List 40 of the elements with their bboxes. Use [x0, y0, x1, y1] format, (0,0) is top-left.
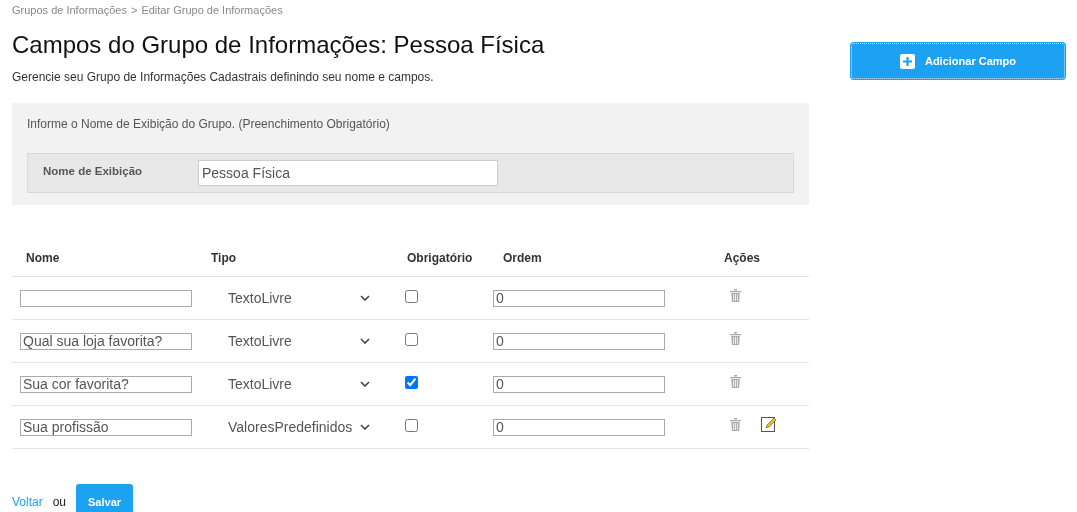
column-header: Obrigatório — [406, 250, 474, 265]
type-select[interactable]: TextoLivre — [228, 376, 370, 392]
chevron-down-icon — [360, 295, 370, 301]
field-name-input[interactable]: Sua cor favorita? — [20, 375, 192, 393]
column-header: Nome — [25, 250, 61, 265]
required-checkbox[interactable] — [405, 333, 418, 346]
trash-icon[interactable] — [730, 331, 741, 345]
chevron-down-icon — [360, 381, 370, 387]
page-title: Campos do Grupo de Informações: Pessoa Física — [12, 31, 546, 60]
chevron-down-icon — [360, 424, 370, 430]
trash-icon[interactable] — [730, 374, 741, 388]
field-name-input[interactable]: Qual sua loja favorita? — [20, 332, 192, 350]
type-select[interactable]: ValoresPredefinidos — [228, 419, 370, 435]
order-input[interactable]: 0 — [493, 332, 665, 350]
plus-icon — [899, 53, 915, 69]
page-description: Gerencie seu Grupo de Informações Cadastrais definindo seu nome e campos. — [12, 70, 435, 84]
display-name-field[interactable]: Pessoa Física — [198, 160, 498, 186]
column-header: Ações — [723, 250, 762, 265]
column-header: Ordem — [502, 250, 543, 265]
pencil-icon[interactable] — [761, 416, 777, 432]
trash-icon[interactable] — [730, 417, 741, 431]
breadcrumb-link[interactable]: Grupos de Informações — [12, 4, 127, 18]
column-header: Tipo — [210, 250, 238, 265]
required-checkbox[interactable] — [405, 376, 418, 389]
field-name-input[interactable] — [20, 289, 192, 307]
required-checkbox[interactable] — [405, 419, 418, 432]
order-input[interactable]: 0 — [493, 418, 665, 436]
required-checkbox[interactable] — [405, 290, 418, 303]
breadcrumb-link[interactable]: Editar Grupo de Informações — [141, 4, 283, 18]
trash-icon[interactable] — [730, 288, 741, 302]
order-input[interactable]: 0 — [493, 375, 665, 393]
type-select[interactable]: TextoLivre — [228, 290, 370, 306]
breadcrumb-separator: > — [130, 4, 138, 18]
chevron-down-icon — [360, 338, 370, 344]
type-select[interactable]: TextoLivre — [228, 333, 370, 349]
field-label: Nome de Exibição — [43, 165, 144, 177]
order-input[interactable]: 0 — [493, 289, 665, 307]
or-text: ou — [52, 495, 67, 509]
field-name-input[interactable]: Sua profissão — [20, 418, 192, 436]
panel-hint: Informe o Nome de Exibição do Grupo. (Preenchimento Obrigatório) — [27, 117, 391, 131]
